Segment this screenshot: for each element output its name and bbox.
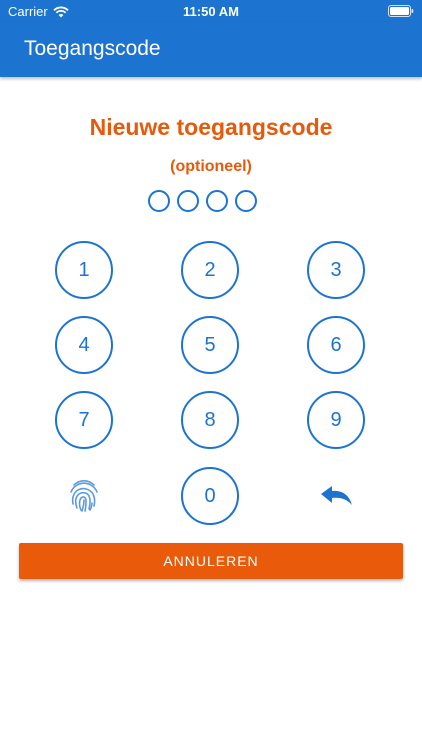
key-label: 5 <box>204 334 216 356</box>
key-1[interactable]: 1 <box>55 241 113 299</box>
screen: Carrier 11:50 AM Toegangscode Nieuwe toe… <box>0 0 422 750</box>
key-label: 2 <box>204 259 216 281</box>
fingerprint-icon <box>70 480 98 512</box>
key-6[interactable]: 6 <box>307 316 365 374</box>
key-label: 3 <box>330 259 342 281</box>
pin-dot <box>235 190 257 212</box>
pin-indicator <box>148 190 264 212</box>
pin-title: Nieuwe toegangscode <box>89 114 333 140</box>
key-0[interactable]: 0 <box>181 467 239 525</box>
pin-dot <box>206 190 228 212</box>
key-5[interactable]: 5 <box>181 316 239 374</box>
pin-dot <box>177 190 199 212</box>
key-label: 0 <box>204 485 216 507</box>
cancel-button[interactable]: ANNULEREN <box>19 543 403 579</box>
pin-dot <box>148 190 170 212</box>
key-label: 7 <box>78 409 90 431</box>
nav-title: Toegangscode <box>24 37 161 60</box>
fingerprint-button[interactable] <box>55 467 113 525</box>
status-bar: Carrier 11:50 AM <box>0 0 422 22</box>
key-label: 6 <box>330 334 342 356</box>
nav-bar: Toegangscode <box>0 22 422 77</box>
key-label: 4 <box>78 334 90 356</box>
undo-button[interactable] <box>307 467 365 525</box>
key-2[interactable]: 2 <box>181 241 239 299</box>
battery-icon <box>388 5 414 17</box>
undo-icon <box>321 486 352 505</box>
key-label: 9 <box>330 409 342 431</box>
key-3[interactable]: 3 <box>307 241 365 299</box>
pin-subtitle: (optioneel) <box>170 158 252 175</box>
status-time: 11:50 AM <box>183 4 239 19</box>
key-label: 1 <box>78 259 90 281</box>
key-label: 8 <box>204 409 216 431</box>
key-4[interactable]: 4 <box>55 316 113 374</box>
key-7[interactable]: 7 <box>55 391 113 449</box>
key-9[interactable]: 9 <box>307 391 365 449</box>
key-8[interactable]: 8 <box>181 391 239 449</box>
